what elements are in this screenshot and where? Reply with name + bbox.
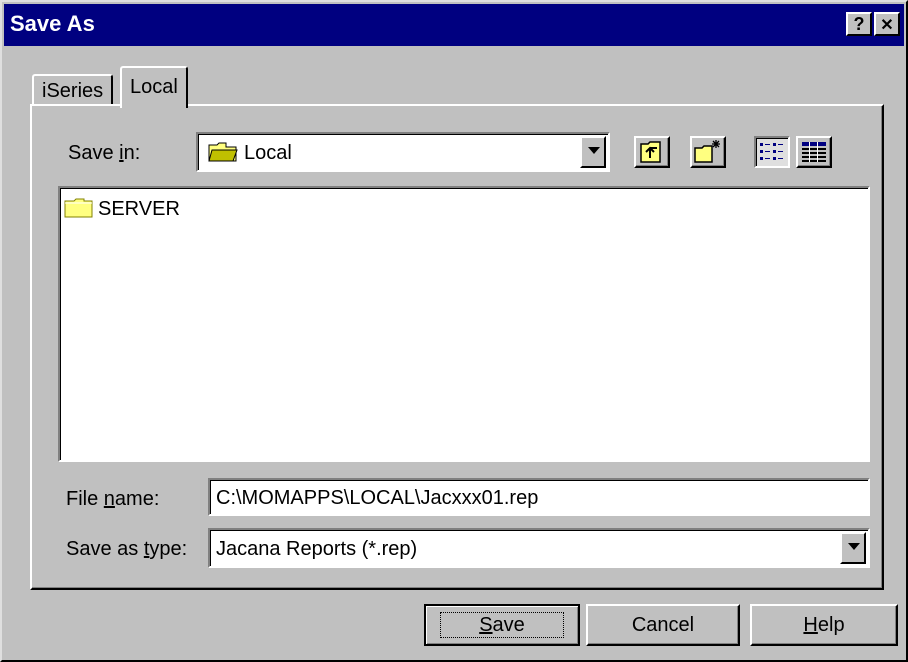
save-as-type-label: Save as type:	[66, 538, 187, 561]
file-name-input[interactable]: C:\MOMAPPS\LOCAL\Jacxxx01.rep	[208, 478, 870, 516]
new-folder-icon	[694, 140, 720, 163]
up-one-level-icon	[640, 141, 661, 163]
tab-local-label: Local	[130, 76, 178, 98]
save-as-type-label-part: Save as	[66, 538, 144, 560]
save-as-dialog: Save As ? ✕ iSeries Local Save in: Local	[0, 0, 908, 662]
save-button-label: ave	[492, 614, 525, 636]
help-button-label: elp	[817, 614, 845, 636]
tab-iseries-label: iSeries	[42, 80, 104, 102]
folder-icon	[64, 198, 93, 218]
save-in-label-part2: n:	[123, 142, 141, 164]
save-button[interactable]: Save	[424, 604, 580, 646]
help-mnemonic: H	[803, 614, 818, 636]
help-button[interactable]: Help	[750, 604, 898, 646]
help-title-button[interactable]: ?	[846, 12, 872, 36]
details-view-button[interactable]	[796, 136, 832, 168]
list-view-button[interactable]	[754, 136, 790, 168]
save-button-focus: Save	[440, 612, 564, 638]
save-as-type-combo[interactable]: Jacana Reports (*.rep)	[208, 528, 870, 568]
close-icon: ✕	[880, 17, 894, 34]
save-in-value: Local	[244, 142, 292, 164]
file-name-label-part2: ame:	[114, 488, 160, 510]
file-name-label-part: File	[66, 488, 104, 510]
save-in-label-part: Save	[68, 142, 120, 164]
title-bar[interactable]: Save As ? ✕	[4, 4, 904, 46]
save-mnemonic: S	[479, 614, 493, 636]
close-button[interactable]: ✕	[874, 12, 900, 36]
new-folder-button[interactable]	[690, 136, 726, 168]
cancel-button[interactable]: Cancel	[586, 604, 740, 646]
tab-iseries[interactable]: iSeries	[32, 74, 114, 106]
list-view-icon	[760, 143, 783, 160]
save-as-type-label-part2: ype:	[149, 538, 188, 560]
cancel-button-label: Cancel	[631, 614, 695, 636]
file-list[interactable]: SERVER	[58, 186, 870, 462]
file-name-label: File name:	[66, 488, 159, 511]
save-in-label: Save in:	[68, 142, 140, 165]
file-name-mnemonic: n	[103, 488, 115, 510]
folder-open-icon	[208, 142, 238, 162]
file-name: SERVER	[98, 198, 180, 220]
window-title: Save As	[10, 11, 95, 36]
save-as-type-value: Jacana Reports (*.rep)	[216, 538, 418, 560]
tab-local[interactable]: Local	[120, 66, 188, 108]
details-view-icon	[802, 142, 826, 162]
save-as-type-dropdown-button[interactable]	[840, 532, 866, 564]
question-mark-icon: ?	[853, 14, 865, 34]
save-in-dropdown-button[interactable]	[580, 136, 606, 168]
file-name-value: C:\MOMAPPS\LOCAL\Jacxxx01.rep	[216, 487, 539, 509]
up-one-level-button[interactable]	[634, 136, 670, 168]
save-in-combo[interactable]: Local	[196, 132, 610, 172]
